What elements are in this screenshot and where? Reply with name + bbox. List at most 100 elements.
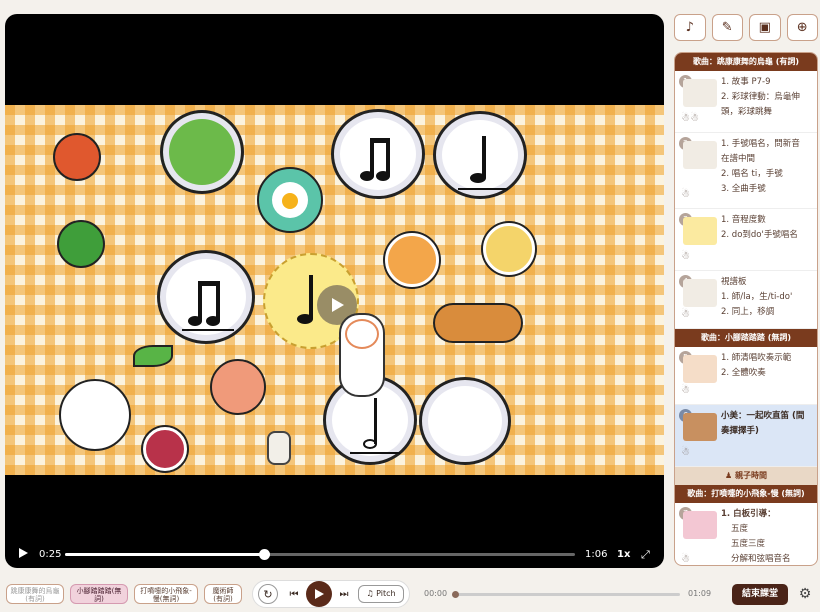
egg-yolk bbox=[282, 193, 298, 209]
item-thumbnail bbox=[683, 355, 717, 383]
pizza-slice-plate bbox=[210, 359, 266, 415]
zoom-in-icon[interactable]: ⊕ bbox=[786, 14, 818, 41]
item-line: 2. 彩球律動：烏龜伸 bbox=[721, 92, 800, 102]
next-icon[interactable]: ⏭ bbox=[335, 585, 353, 603]
play-icon bbox=[332, 298, 344, 312]
lesson-playlist: 歌曲：跳康康舞的烏龜 (有詞) 1 ☃☃ 1. 故事 P7-9 2. 彩球律動：… bbox=[674, 52, 818, 566]
pizza-plate bbox=[59, 379, 131, 451]
chef-hat-badge bbox=[345, 319, 379, 349]
eighth-notes-icon bbox=[182, 281, 234, 331]
music-note-icon[interactable]: ♪ bbox=[674, 14, 706, 41]
item-line: 分解和弦唱音名 bbox=[731, 554, 791, 564]
item-line: 2. 唱名 ti，手號 bbox=[721, 169, 783, 179]
item-line: 小美：一起吹直笛 (間 bbox=[721, 411, 805, 421]
end-class-button[interactable]: 結束課堂 bbox=[732, 584, 788, 605]
item-thumbnail bbox=[683, 79, 717, 107]
video-controls: 0:25 1:06 1x ⤢ bbox=[5, 541, 664, 568]
item-line: 五度 bbox=[731, 524, 749, 534]
replay-icon[interactable]: ↻ bbox=[258, 584, 278, 604]
note-plate-empty[interactable] bbox=[419, 377, 511, 465]
song-chip-4[interactable]: 魔術師(有詞) bbox=[204, 584, 242, 604]
note-plate-quarter-top[interactable] bbox=[433, 111, 527, 199]
list-item[interactable]: 7 ☃ 1. 白板引導： 五度 五度三度 分解和弦唱音名 bbox=[675, 503, 817, 565]
soup-bowl-small bbox=[483, 223, 535, 275]
list-item[interactable]: 1 ☃☃ 1. 故事 P7-9 2. 彩球律動：烏龜伸 頭，彩球跳舞 bbox=[675, 71, 817, 133]
item-line: 1. 手號唱名，問新音 bbox=[721, 139, 800, 149]
person-icon: ☃ bbox=[681, 251, 690, 262]
video-play-button[interactable] bbox=[11, 547, 35, 562]
item-line: 1. 師/la，生/ti-do' bbox=[721, 292, 793, 302]
eighth-notes-icon bbox=[360, 138, 390, 181]
note-plate-eighths-left[interactable] bbox=[157, 250, 255, 344]
item-thumbnail bbox=[683, 141, 717, 169]
item-thumbnail bbox=[683, 279, 717, 307]
item-line: 2. 同上，移調 bbox=[721, 307, 775, 317]
item-line: 五度三度 bbox=[731, 539, 766, 549]
pitch-button[interactable]: ♫ Pitch bbox=[358, 585, 404, 603]
video-duration: 1:06 bbox=[585, 549, 608, 560]
person-icon: ☃☃ bbox=[681, 113, 699, 124]
section-header: 歌曲：打噴嚏的小飛象-慢 (無詞) bbox=[675, 485, 817, 503]
parent-time-text: 親子時間 bbox=[734, 471, 767, 480]
song-chip-3[interactable]: 打噴嚏的小飛象-慢(無詞) bbox=[134, 584, 198, 604]
leaf-image bbox=[133, 345, 173, 367]
list-item[interactable]: 5 ☃ 1. 師清唱吹奏示範 2. 全體吹奏 bbox=[675, 347, 817, 405]
item-line: 1. 白板引導： bbox=[721, 509, 776, 519]
item-line: 3. 全曲手號 bbox=[721, 184, 766, 194]
tomato-image bbox=[53, 133, 101, 181]
video-current-time: 0:25 bbox=[39, 549, 62, 560]
audio-time-end: 01:09 bbox=[688, 589, 712, 598]
quarter-note-icon bbox=[458, 136, 508, 190]
pitch-label: Pitch bbox=[376, 589, 396, 598]
video-player[interactable]: 0:25 1:06 1x ⤢ bbox=[5, 14, 664, 568]
list-item[interactable]: 3 ☃ 1. 音程度數 2. do到do'手號唱名 bbox=[675, 209, 817, 271]
item-line: 1. 音程度數 bbox=[721, 215, 766, 225]
item-thumbnail bbox=[683, 511, 717, 539]
video-seek-knob[interactable] bbox=[258, 549, 270, 560]
item-line: 頭，彩球跳舞 bbox=[721, 107, 773, 117]
video-seek-bar[interactable] bbox=[65, 549, 575, 560]
gear-icon[interactable]: ⚙ bbox=[796, 585, 814, 603]
drink-cup bbox=[143, 427, 187, 471]
list-item[interactable]: 2 ☃ 1. 手號唱名，問新音 在譜中間 2. 唱名 ti，手號 3. 全曲手號 bbox=[675, 133, 817, 209]
item-line: 視譜板 bbox=[721, 277, 747, 287]
audio-seek-bar[interactable] bbox=[452, 591, 680, 598]
item-line: 2. 全體吹奏 bbox=[721, 368, 766, 378]
audio-time-start: 00:00 bbox=[424, 589, 448, 598]
app: 0:25 1:06 1x ⤢ ♪ ✎ ▣ ⊕ 歌曲：跳康康舞的烏龜 (有詞) 1… bbox=[0, 0, 820, 612]
bread-image bbox=[433, 303, 523, 343]
video-speed-button[interactable]: 1x bbox=[617, 549, 630, 560]
person-icon: ☃ bbox=[681, 189, 690, 200]
list-item-active[interactable]: 6 ☃ 小美：一起吹直笛 (間 奏揮擇手) bbox=[675, 405, 817, 467]
soup-bowl bbox=[385, 233, 439, 287]
play-icon bbox=[19, 548, 28, 558]
brush-icon[interactable]: ✎ bbox=[711, 14, 743, 41]
note-plate-eighths-top[interactable] bbox=[331, 109, 425, 199]
previous-icon[interactable]: ⏮ bbox=[285, 585, 303, 603]
song-chip-2[interactable]: 小腳踏踏踏(無詞) bbox=[70, 584, 128, 604]
person-icon: ☃ bbox=[681, 385, 690, 396]
song-chip-1[interactable]: 跳康康舞的烏龜(有詞) bbox=[6, 584, 64, 604]
parent-time-label: ♟ 親子時間 bbox=[675, 467, 817, 485]
person-icon: ☃ bbox=[681, 309, 690, 320]
salt-shaker bbox=[267, 431, 291, 465]
video-seek-fill bbox=[65, 553, 264, 556]
video-scene bbox=[5, 105, 664, 475]
audio-seek-knob[interactable] bbox=[452, 591, 459, 598]
item-thumbnail bbox=[683, 217, 717, 245]
section-header: 歌曲：小腳踏踏踏 (無詞) bbox=[675, 329, 817, 347]
list-item[interactable]: 4 ☃ 視譜板 1. 師/la，生/ti-do' 2. 同上，移調 bbox=[675, 271, 817, 329]
person-icon: ☃ bbox=[681, 447, 690, 458]
item-line: 奏揮擇手) bbox=[721, 426, 759, 436]
gift-icon[interactable]: ▣ bbox=[749, 14, 781, 41]
tool-buttons: ♪ ✎ ▣ ⊕ bbox=[674, 14, 818, 41]
item-line: 在譜中間 bbox=[721, 154, 756, 164]
salad-plate bbox=[160, 110, 244, 194]
play-button[interactable] bbox=[306, 581, 332, 607]
item-line: 1. 故事 P7-9 bbox=[721, 77, 771, 87]
fullscreen-icon[interactable]: ⤢ bbox=[641, 548, 650, 562]
tomato-image bbox=[57, 220, 105, 268]
music-note-icon: ♫ bbox=[366, 589, 377, 598]
item-thumbnail bbox=[683, 413, 717, 441]
people-icon: ♟ bbox=[725, 471, 735, 480]
